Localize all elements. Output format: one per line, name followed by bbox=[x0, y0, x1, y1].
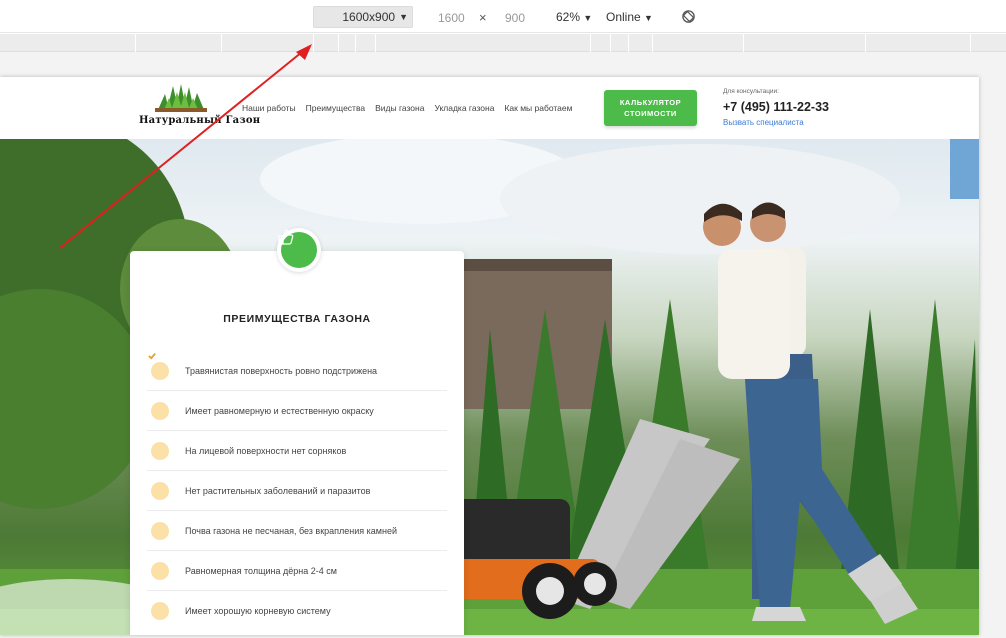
advantage-text: Травянистая поверхность ровно подстрижен… bbox=[185, 365, 378, 376]
check-icon bbox=[148, 353, 169, 500]
nav-item-advantages[interactable]: Преимущества bbox=[306, 103, 365, 113]
card-title: ПРЕИМУЩЕСТВА ГАЗОНА bbox=[223, 313, 371, 325]
advantage-text: Имеет равномерную и естественную окраску bbox=[185, 405, 374, 416]
height-input[interactable]: 900 bbox=[505, 11, 525, 25]
advantage-text: На лицевой поверхности нет сорняков bbox=[185, 445, 347, 456]
nav-item-lawn-types[interactable]: Виды газона bbox=[375, 103, 424, 113]
device-preset-dropdown[interactable]: 1600x900 ▼ bbox=[313, 6, 413, 28]
list-item: Травянистая поверхность ровно подстрижен… bbox=[147, 351, 447, 391]
list-item: Имеет хорошую корневую систему bbox=[147, 353, 447, 631]
check-icon bbox=[148, 353, 169, 580]
grass-logo-icon bbox=[155, 84, 207, 112]
check-icon bbox=[148, 353, 169, 540]
logo-text[interactable]: Натуральный Газон bbox=[139, 115, 260, 126]
check-icon bbox=[148, 353, 169, 460]
advantage-text: Равномерная толщина дёрна 2-4 см bbox=[185, 565, 337, 576]
nav-item-installation[interactable]: Укладка газона bbox=[434, 103, 494, 113]
hero-section: ПРЕИМУЩЕСТВА ГАЗОНА Травянистая поверхно… bbox=[0, 139, 979, 635]
list-item: Имеет равномерную и естественную окраску bbox=[147, 353, 447, 431]
devtools-toolbar: 1600x900 ▼ 1600 × 900 62% ▼ Online ▼ bbox=[0, 0, 1006, 33]
list-item: Равномерная толщина дёрна 2-4 см bbox=[147, 353, 447, 591]
list-item: Нет растительных заболеваний и паразитов bbox=[147, 353, 447, 511]
zoom-dropdown[interactable]: 62% ▼ bbox=[556, 10, 592, 24]
advantages-card: ПРЕИМУЩЕСТВА ГАЗОНА Травянистая поверхно… bbox=[130, 228, 464, 635]
main-nav: Наши работы Преимущества Виды газона Укл… bbox=[242, 103, 572, 113]
network-label: Online bbox=[606, 10, 641, 24]
thumbs-up-badge bbox=[277, 228, 321, 272]
call-specialist-link[interactable]: Вызвать специалиста bbox=[723, 118, 804, 127]
consult-label: Для консультации: bbox=[723, 88, 779, 95]
advantage-text: Имеет хорошую корневую систему bbox=[185, 606, 331, 616]
check-icon bbox=[148, 353, 169, 620]
advantage-text: Нет растительных заболеваний и паразитов bbox=[185, 485, 371, 496]
zoom-label: 62% bbox=[556, 10, 581, 24]
media-query-ruler bbox=[0, 34, 1006, 52]
rotate-icon[interactable] bbox=[681, 9, 696, 24]
dimension-separator: × bbox=[479, 10, 487, 25]
caret-down-icon: ▼ bbox=[644, 13, 653, 23]
list-item: На лицевой поверхности нет сорняков bbox=[147, 353, 447, 471]
caret-down-icon: ▼ bbox=[399, 12, 408, 22]
calculator-button[interactable]: КАЛЬКУЛЯТОР СТОИМОСТИ bbox=[604, 90, 697, 126]
advantage-text: Почва газона не песчаная, без вкрапления… bbox=[185, 525, 397, 536]
advantages-list: Травянистая поверхность ровно подстрижен… bbox=[147, 351, 447, 631]
list-item: Почва газона не песчаная, без вкрапления… bbox=[147, 353, 447, 551]
nav-item-how-we-work[interactable]: Как мы работаем bbox=[504, 103, 572, 113]
check-icon bbox=[148, 353, 169, 380]
width-input[interactable]: 1600 bbox=[438, 11, 465, 25]
thumbs-up-icon bbox=[278, 229, 294, 245]
nav-item-works[interactable]: Наши работы bbox=[242, 103, 296, 113]
site-header: Натуральный Газон Наши работы Преимущест… bbox=[0, 77, 979, 139]
check-icon bbox=[148, 353, 169, 420]
device-preset-label: 1600x900 bbox=[342, 10, 396, 24]
phone-number[interactable]: +7 (495) 111-22-33 bbox=[723, 100, 829, 114]
caret-down-icon: ▼ bbox=[583, 13, 593, 23]
emulated-page: Натуральный Газон Наши работы Преимущест… bbox=[0, 77, 979, 635]
network-throttle-dropdown[interactable]: Online ▼ bbox=[606, 10, 653, 24]
